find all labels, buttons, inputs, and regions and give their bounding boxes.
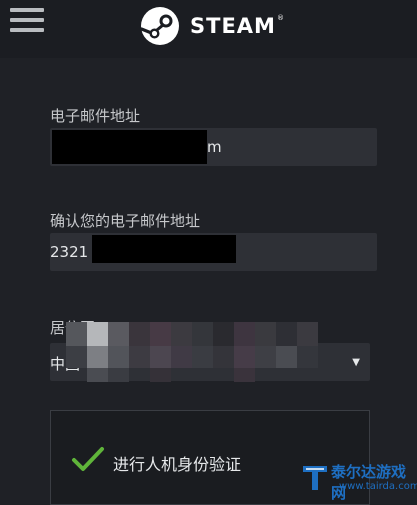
hamburger-menu-icon[interactable]: [10, 8, 44, 34]
mosaic-blur: [66, 322, 326, 382]
watermark: 泰尔达游戏网 www.tairda.com: [299, 456, 417, 502]
confirm-email-label: 确认您的电子邮件地址: [50, 212, 201, 230]
chevron-down-icon: ▼: [352, 357, 360, 368]
email-field[interactable]: m: [50, 128, 377, 166]
steam-logo-icon: [140, 7, 179, 45]
steam-wordmark: STEAM: [190, 14, 276, 38]
confirm-email-value-prefix: 2321: [50, 243, 89, 261]
watermark-logo-icon: [303, 466, 327, 490]
checkmark-icon: [72, 447, 104, 471]
watermark-url: www.tairda.com: [339, 481, 417, 492]
email-value-suffix: m: [207, 138, 222, 156]
confirm-email-field[interactable]: 2321: [50, 233, 377, 271]
steam-logo[interactable]: STEAM ®: [140, 6, 284, 46]
captcha-label: 进行人机身份验证: [113, 455, 242, 474]
top-bar: STEAM ®: [0, 0, 417, 58]
redacted-block: [92, 235, 236, 263]
email-label: 电子邮件地址: [50, 107, 141, 125]
trademark-symbol: ®: [276, 14, 284, 22]
redacted-block: [52, 130, 207, 164]
